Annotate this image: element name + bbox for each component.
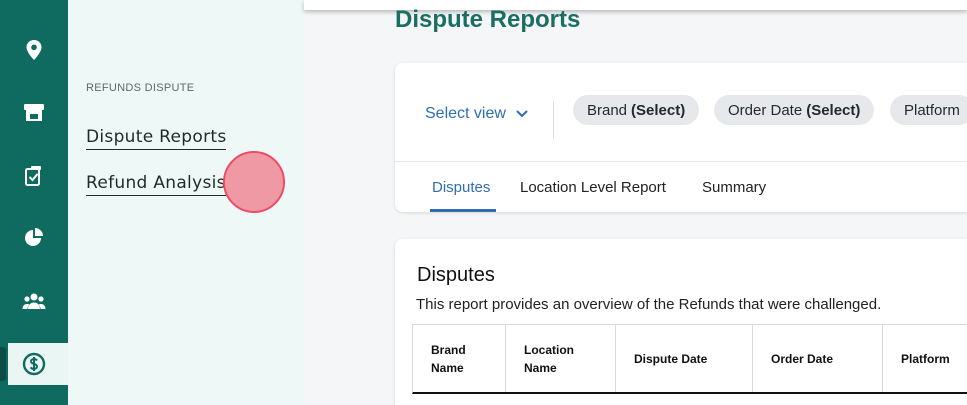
nav-link-refund-analysis[interactable]: Refund Analysis [86, 173, 226, 196]
column-header-platform[interactable]: Platform [883, 325, 967, 392]
chevron-down-icon [516, 105, 528, 123]
filter-chip-order-date[interactable]: Order Date (Select) [714, 95, 875, 125]
column-header-text: Location Name [524, 342, 574, 375]
report-card: Disputes This report provides an overvie… [395, 239, 967, 405]
column-header-brand-name[interactable]: Brand Name [413, 325, 506, 392]
chip-value: (Select) [631, 101, 686, 119]
card-divider [395, 161, 967, 162]
user-icon[interactable] [22, 0, 46, 10]
active-tab-indicator [430, 209, 496, 212]
rail-bottom [0, 385, 68, 405]
click-indicator [223, 151, 285, 213]
pie-chart-icon[interactable] [22, 226, 46, 250]
secondary-nav: REFUNDS DISPUTE Dispute Reports Refund A… [68, 0, 304, 405]
page-title: Dispute Reports [395, 6, 581, 33]
select-view-label: Select view [425, 105, 506, 122]
column-header-text: Brand Name [431, 342, 466, 375]
tab-location-level-report[interactable]: Location Level Report [520, 179, 666, 196]
column-header-location-name[interactable]: Location Name [506, 325, 616, 392]
active-nav-indicator [0, 347, 6, 381]
filter-chip-platform[interactable]: Platform [890, 95, 967, 125]
store-icon[interactable] [22, 100, 46, 124]
location-pin-icon[interactable] [22, 38, 46, 62]
users-icon[interactable] [22, 289, 46, 313]
column-header-order-date[interactable]: Order Date [753, 325, 883, 392]
report-description: This report provides an overview of the … [416, 296, 882, 313]
chip-value: (Select) [806, 101, 861, 119]
nav-section-label: REFUNDS DISPUTE [86, 82, 195, 94]
tab-disputes[interactable]: Disputes [432, 179, 490, 196]
chip-label: Platform [904, 101, 960, 119]
dollar-icon[interactable] [22, 352, 46, 376]
clipboard-check-icon[interactable] [22, 164, 46, 188]
filter-divider [553, 101, 554, 139]
chip-label: Order Date [728, 101, 803, 119]
filter-chip-brand[interactable]: Brand (Select) [573, 95, 700, 125]
select-view-dropdown[interactable]: Select view [425, 105, 528, 123]
icon-rail [0, 0, 68, 405]
tab-summary[interactable]: Summary [702, 179, 766, 196]
disputes-table: Brand Name Location Name Dispute Date Orde… [412, 324, 967, 394]
filter-card: Select view Brand (Select) Order Date (Sel… [395, 63, 967, 212]
column-header-dispute-date[interactable]: Dispute Date [616, 325, 753, 392]
nav-link-dispute-reports[interactable]: Dispute Reports [86, 127, 227, 150]
chip-label: Brand [587, 101, 628, 119]
report-title: Disputes [417, 264, 495, 286]
